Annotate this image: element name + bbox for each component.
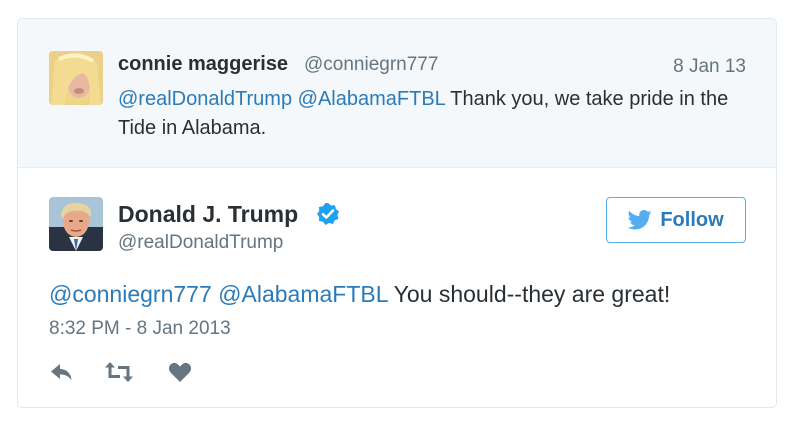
- mention-link[interactable]: @AlabamaFTBL: [298, 88, 445, 110]
- user-avatar-blonde-icon[interactable]: [49, 51, 103, 105]
- author-name[interactable]: Donald J. Trump: [118, 201, 298, 228]
- tweet-text: @conniegrn777 @AlabamaFTBL You should--t…: [49, 281, 670, 308]
- author-handle[interactable]: @realDonaldTrump: [118, 232, 283, 254]
- mention-link[interactable]: @realDonaldTrump: [118, 88, 292, 110]
- like-icon[interactable]: [167, 359, 193, 385]
- follow-button[interactable]: Follow: [606, 197, 746, 243]
- reply-author-handle[interactable]: @conniegrn777: [304, 54, 438, 76]
- tweet-body-text: You should--they are great!: [393, 281, 671, 307]
- reply-date[interactable]: 8 Jan 13: [673, 56, 746, 78]
- reply-icon[interactable]: [49, 359, 75, 385]
- retweet-icon[interactable]: [104, 359, 134, 385]
- follow-label: Follow: [660, 208, 724, 231]
- mention-link[interactable]: @conniegrn777: [49, 281, 212, 307]
- mention-link[interactable]: @AlabamaFTBL: [218, 281, 388, 307]
- in-reply-to-tweet[interactable]: connie maggerise @conniegrn777 8 Jan 13 …: [18, 19, 776, 168]
- embedded-tweet-card: connie maggerise @conniegrn777 8 Jan 13 …: [17, 18, 777, 408]
- user-avatar-portrait-icon[interactable]: [49, 197, 103, 251]
- reply-text: @realDonaldTrump @AlabamaFTBL Thank you,…: [118, 85, 738, 143]
- twitter-bird-icon: [628, 210, 652, 230]
- verified-badge-icon: [316, 202, 340, 226]
- reply-author-name[interactable]: connie maggerise: [118, 53, 288, 76]
- tweet-timestamp[interactable]: 8:32 PM - 8 Jan 2013: [49, 318, 231, 340]
